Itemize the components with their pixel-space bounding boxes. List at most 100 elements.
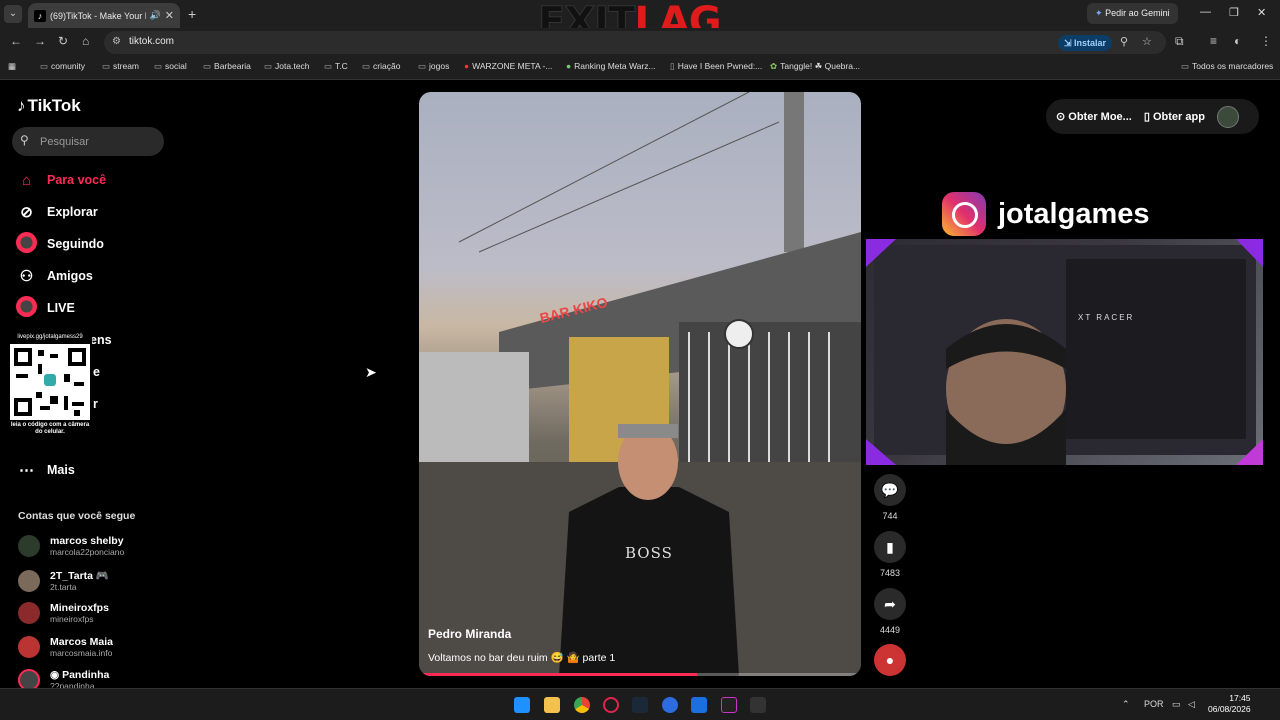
install-app-button[interactable]: ⇲ Instalar <box>1058 35 1113 51</box>
bookmark-item[interactable]: ▭ stream <box>102 61 139 72</box>
share-count: 4449 <box>879 625 901 635</box>
bookmark-item[interactable]: ▭ comunity <box>40 61 85 72</box>
nav-for-you[interactable]: ⌂ Para você <box>16 168 106 192</box>
app-icon[interactable] <box>691 697 707 713</box>
bookmark-item[interactable]: ▭ jogos <box>418 61 449 72</box>
bookmark-item[interactable]: ▯ Have I Been Pwned:... <box>670 61 762 72</box>
bookmark-item[interactable]: ▭ social <box>154 61 187 72</box>
bookmarks-bar: ▦ ▭ comunity ▭ stream ▭ social ▭ Barbearia ▭… <box>0 56 1280 80</box>
share-action[interactable]: ➦ 4449 <box>873 588 907 635</box>
following-account[interactable]: marcos shelby marcola22ponciano <box>18 535 124 557</box>
puzzle-icon: ✿ <box>770 61 778 71</box>
tab-search-icon[interactable]: ≡ <box>1210 34 1217 48</box>
epic-games-icon[interactable] <box>750 697 766 713</box>
tiktok-page: ♪TikTok ⚲ ⌂Para você ⊘Explorar Seguindo … <box>0 80 1280 691</box>
nav-messages-partial[interactable]: ens <box>90 328 112 352</box>
tiktok-logo[interactable]: ♪ TikTok <box>17 96 81 116</box>
search-icon: ⚲ <box>20 133 29 147</box>
close-tab-icon[interactable]: ✕ <box>165 9 174 22</box>
following-account[interactable]: Marcos Maia marcosmaia.info <box>18 636 113 658</box>
profile-avatar[interactable] <box>1216 105 1239 128</box>
start-icon[interactable] <box>514 697 530 713</box>
tab-search-button[interactable]: ⌄ <box>4 5 22 23</box>
instagram-handle: jotalgames <box>998 197 1150 230</box>
home-icon[interactable]: ⌂ <box>82 34 89 48</box>
folder-icon: ▭ <box>154 61 163 71</box>
apps-icon[interactable]: ▦ <box>8 61 16 72</box>
file-explorer-icon[interactable] <box>544 697 560 713</box>
opera-icon[interactable] <box>603 697 619 713</box>
profile-icon[interactable]: ◐ <box>1234 34 1241 48</box>
gemini-button[interactable]: ✦ Pedir ao Gemini <box>1087 3 1178 24</box>
speaker-icon[interactable]: 🔊 <box>150 10 161 21</box>
network-icon[interactable]: ▭ <box>1172 699 1181 710</box>
minimize-button[interactable]: — <box>1200 6 1211 18</box>
bookmark-star-icon[interactable]: ☆ <box>1142 35 1152 48</box>
premiere-icon[interactable] <box>721 697 737 713</box>
bookmark-item[interactable]: ▭ T.C <box>324 61 348 72</box>
qr-code <box>10 344 90 420</box>
nav-partial-r[interactable]: r <box>93 392 98 416</box>
coin-icon: ⊙ <box>1056 111 1066 123</box>
menu-icon[interactable]: ⋮ <box>1260 34 1272 48</box>
home-icon: ⌂ <box>21 171 32 189</box>
get-coins-link[interactable]: ⊙ Obter Moe... <box>1056 110 1132 123</box>
extensions-icon[interactable]: ⧉ <box>1175 34 1184 49</box>
bookmark-item[interactable]: ▭ Jota.tech <box>264 61 310 72</box>
back-icon[interactable]: ← <box>10 34 22 48</box>
bookmark-item[interactable]: ▭ criação <box>362 61 400 72</box>
system-clock[interactable]: 17:45 06/08/2026 <box>1208 693 1251 715</box>
video-caption: Voltamos no bar deu ruim 😅 🤷 parte 1 <box>428 652 616 664</box>
search-box[interactable]: ⚲ <box>12 127 164 156</box>
video-author[interactable]: Pedro Miranda <box>428 627 511 641</box>
video-player[interactable]: BAR KIKO BOSS Pedro Miranda Voltamos no … <box>419 92 861 676</box>
nav-explore[interactable]: ⊘ Explorar <box>16 200 98 224</box>
language-indicator[interactable]: POR <box>1144 699 1164 709</box>
battlenet-icon[interactable] <box>662 697 678 713</box>
music-disc-icon[interactable]: ● <box>874 644 906 676</box>
creator-avatar[interactable]: ● <box>873 644 907 676</box>
nav-live[interactable]: LIVE <box>16 295 75 320</box>
tray-chevron-icon[interactable]: ⌃ <box>1122 699 1130 710</box>
chrome-icon[interactable] <box>574 697 590 713</box>
ranking-icon: ● <box>566 61 572 71</box>
zoom-icon[interactable]: ⚲ <box>1120 35 1128 48</box>
folder-icon: ▭ <box>362 61 371 71</box>
forward-icon[interactable]: → <box>34 34 46 48</box>
reload-icon[interactable]: ↻ <box>58 34 68 48</box>
windows-taskbar: ⌃ POR ▭ ◁ 17:45 06/08/2026 <box>0 688 1280 720</box>
nav-more[interactable]: ⋯ Mais <box>16 458 75 482</box>
bookmark-item[interactable]: ▭ Barbearia <box>203 61 251 72</box>
bookmark-item[interactable]: ● WARZONE META -... <box>464 61 552 71</box>
new-tab-button[interactable]: + <box>188 6 196 22</box>
shirt-print: BOSS <box>625 544 673 562</box>
close-window-button[interactable]: ✕ <box>1257 6 1266 19</box>
comment-action[interactable]: 💬 744 <box>873 474 907 521</box>
browser-toolbar: ← → ↻ ⌂ ⚙ tiktok.com ⇲ Instalar ⚲ ☆ ⧉ ≡ … <box>0 28 1280 56</box>
volume-icon[interactable]: ◁ <box>1188 699 1195 710</box>
save-action[interactable]: ▮ 7483 <box>873 531 907 578</box>
site-info-icon[interactable]: ⚙ <box>112 36 121 47</box>
following-account[interactable]: 2T_Tarta 🎮 2t.tarta <box>18 569 109 592</box>
bookmark-item[interactable]: ✿ Tanggle! ☘ Quebra... <box>770 61 860 72</box>
bookmark-icon[interactable]: ▮ <box>874 531 906 563</box>
nav-friends[interactable]: ⚇ Amigos <box>16 264 93 288</box>
comment-icon[interactable]: 💬 <box>874 474 906 506</box>
folder-icon: ▭ <box>102 61 111 71</box>
maximize-button[interactable]: ❐ <box>1229 6 1239 19</box>
all-bookmarks[interactable]: ▭ Todos os marcadores <box>1181 61 1273 72</box>
video-frame <box>419 92 861 676</box>
get-app-link[interactable]: ▯ Obter app <box>1144 110 1205 123</box>
browser-tab-tiktok[interactable]: ♪ (69)TikTok - Make Your Day 🔊 ✕ <box>28 3 180 28</box>
nav-partial-e[interactable]: e <box>93 360 100 384</box>
bookmark-item[interactable]: ● Ranking Meta Warz... <box>566 61 656 71</box>
address-bar[interactable]: ⚙ tiktok.com ⇲ Instalar ⚲ ☆ <box>104 31 1166 54</box>
video-progress[interactable] <box>419 673 861 676</box>
following-section-title: Contas que você segue <box>18 510 136 522</box>
share-icon[interactable]: ➦ <box>874 588 906 620</box>
nav-following[interactable]: Seguindo <box>16 231 104 256</box>
steam-icon[interactable] <box>632 697 648 713</box>
search-input[interactable] <box>40 133 158 150</box>
following-account[interactable]: Mineiroxfps mineiroxfps <box>18 602 109 624</box>
avatar <box>18 602 40 624</box>
